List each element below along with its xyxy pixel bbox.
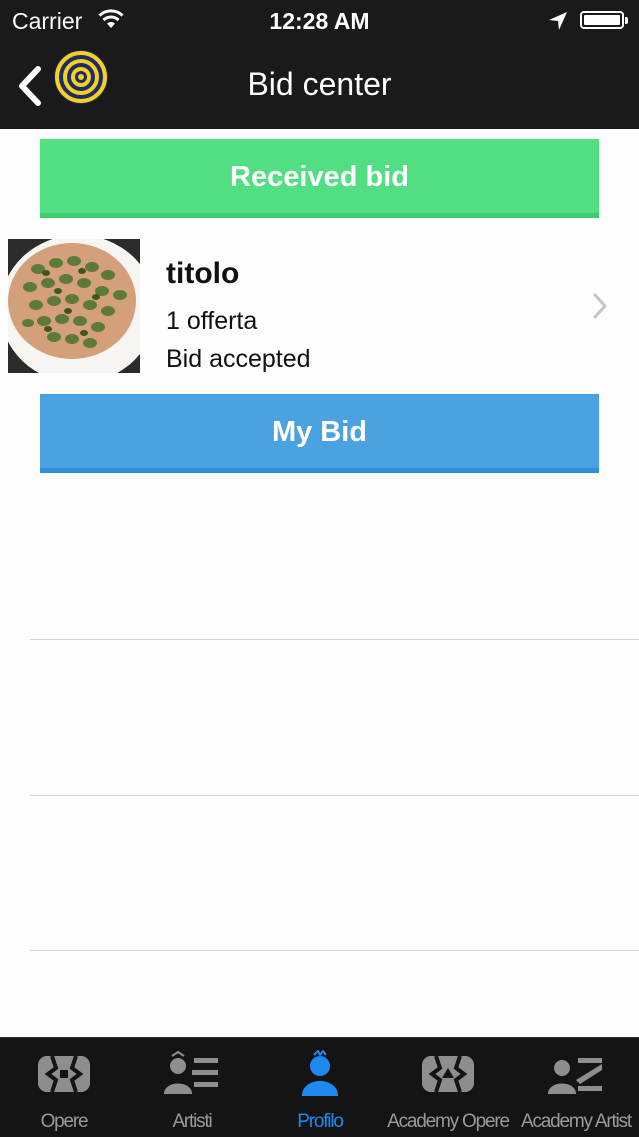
- bid-status: Bid accepted: [166, 345, 311, 373]
- my-bid-button[interactable]: My Bid: [40, 394, 599, 473]
- bid-item-title: titolo: [166, 257, 240, 290]
- opere-icon: [38, 1055, 90, 1093]
- tab-profilo[interactable]: Profilo: [256, 1038, 384, 1137]
- profilo-icon: [302, 1050, 338, 1096]
- list-divider: [30, 950, 639, 951]
- page-title: Bid center: [247, 66, 392, 102]
- tab-profilo-label: Profilo: [297, 1111, 344, 1132]
- tab-academy-artist[interactable]: Academy Artist: [512, 1038, 639, 1137]
- status-bar: Carrier 12:28 AM: [0, 0, 639, 42]
- tab-academy-opere-label: Academy Opere: [387, 1111, 510, 1132]
- tab-academy-opere[interactable]: Academy Opere: [384, 1038, 512, 1137]
- bid-offer-count: 1 offerta: [166, 307, 258, 335]
- tab-opere[interactable]: Opere: [0, 1038, 128, 1137]
- tab-artisti[interactable]: Artisti: [128, 1038, 256, 1137]
- tab-academy-artist-label: Academy Artist: [521, 1111, 632, 1132]
- received-bid-button[interactable]: Received bid: [40, 139, 599, 218]
- artwork-thumbnail: [8, 239, 140, 373]
- location-arrow-icon: [548, 10, 568, 37]
- navigation-bar: Bid center: [0, 42, 639, 129]
- list-divider: [30, 795, 639, 796]
- list-divider: [30, 639, 639, 640]
- academy-opere-icon: [422, 1055, 474, 1093]
- academy-artist-icon: [548, 1058, 602, 1094]
- tab-opere-label: Opere: [40, 1111, 89, 1132]
- clock: 12:28 AM: [269, 8, 370, 34]
- tab-bar: Opere Artisti Profilo Academy Opere Acad…: [0, 1037, 639, 1137]
- chevron-right-icon: [590, 291, 610, 321]
- artisti-icon: [164, 1050, 218, 1094]
- battery-icon: [580, 11, 628, 29]
- tab-artisti-label: Artisti: [172, 1111, 212, 1132]
- bid-list-item[interactable]: titolo 1 offerta Bid accepted: [0, 229, 639, 384]
